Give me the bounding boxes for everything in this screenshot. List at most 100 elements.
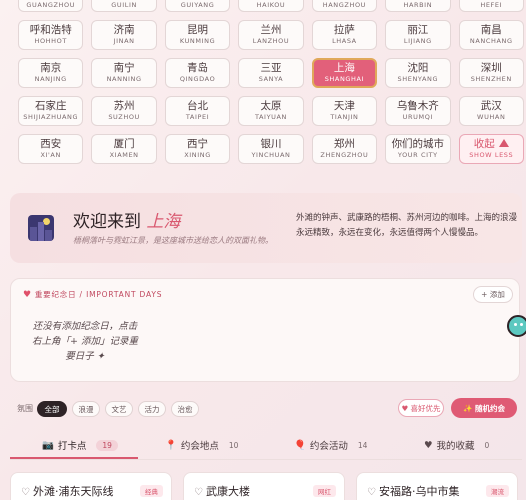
avatar-eye — [520, 323, 523, 326]
tab-checkin-spots[interactable]: 📷 打卡点 19 — [42, 438, 118, 452]
city-zh: 沈阳 — [407, 61, 429, 74]
city-zh: 天津 — [333, 99, 355, 112]
city-en: HAIKOU — [256, 0, 286, 9]
city-en: SHENYANG — [397, 75, 439, 84]
city-zh: 三亚 — [260, 61, 282, 74]
welcome-title: 欢迎来到 上海 — [73, 207, 180, 232]
city-guiyang[interactable]: GUIYANG — [164, 0, 231, 12]
city-xiamen[interactable]: 厦门 XIAMEN — [91, 134, 157, 164]
city-harbin[interactable]: HARBIN — [385, 0, 451, 12]
city-suzhou[interactable]: 苏州 SUZHOU — [91, 96, 157, 126]
spot-card[interactable]: ♡ 武康大楼 网红 — [183, 472, 345, 500]
random-date-button[interactable]: ✨ 随机约会 — [451, 398, 517, 418]
city-zh: 你们的城市 — [391, 137, 445, 150]
city-zh: 呼和浩特 — [29, 23, 72, 36]
category-tabs: 📷 打卡点 19 📍 约会地点 10 🎈 约会活动 14 ♥ 我的收藏 0 — [10, 430, 522, 460]
city-nanchang[interactable]: 南昌 NANCHANG — [458, 20, 524, 50]
city-kunming[interactable]: 昆明 KUNMING — [164, 20, 231, 50]
city-taipei[interactable]: 台北 TAIPEI — [164, 96, 231, 126]
city-zh: 济南 — [113, 23, 135, 36]
tab-count: 14 — [357, 440, 368, 450]
chip-energetic[interactable]: 活力 — [138, 401, 166, 417]
city-zh: 深圳 — [480, 61, 502, 74]
city-en: HEFEI — [480, 0, 503, 9]
city-zh: 昆明 — [187, 23, 209, 36]
city-wuhan[interactable]: 武汉 WUHAN — [458, 96, 524, 126]
city-xining[interactable]: 西宁 XINING — [164, 134, 231, 164]
heart-outline-icon[interactable]: ♡ — [194, 487, 203, 498]
triangle-up-icon — [498, 138, 509, 147]
city-hangzhou[interactable]: HANGZHOU — [311, 0, 378, 12]
city-taiyuan[interactable]: 太原 TAIYUAN — [238, 96, 304, 126]
welcome-prefix: 欢迎来到 — [73, 212, 147, 232]
city-en: KUNMING — [179, 37, 216, 46]
city-en: XI'AN — [40, 151, 61, 160]
spot-card[interactable]: ♡ 安福路·乌中市集 潮流 — [356, 472, 518, 500]
city-row: GUANGZHOU GUILIN GUIYANG HAIKOU HANGZHOU… — [18, 0, 524, 12]
city-hohhot[interactable]: 呼和浩特 HOHHOT — [18, 20, 84, 50]
city-zhengzhou[interactable]: 郑州 ZHENGZHOU — [311, 134, 378, 164]
city-your-city[interactable]: 你们的城市 YOUR CITY — [385, 134, 451, 164]
city-zh: 厦门 — [113, 137, 135, 150]
city-en: SHENZHEN — [470, 75, 512, 84]
city-nanning[interactable]: 南宁 NANNING — [91, 58, 157, 88]
city-lijiang[interactable]: 丽江 LIJIANG — [385, 20, 451, 50]
building-shape — [38, 222, 44, 241]
welcome-banner: 欢迎来到 上海 梧桐落叶与霓虹江景，是这座城市送给恋人的双面礼物。 外滩的钟声、… — [10, 193, 522, 263]
city-zh: 乌鲁木齐 — [396, 99, 439, 112]
city-jinan[interactable]: 济南 JINAN — [91, 20, 157, 50]
show-less-label-en: SHOW LESS — [469, 151, 514, 160]
tab-label: 我的收藏 — [436, 441, 475, 452]
heart-outline-icon[interactable]: ♡ — [21, 487, 30, 498]
spot-name-text: 武康大楼 — [205, 485, 250, 498]
city-nanjing[interactable]: 南京 NANJING — [18, 58, 84, 88]
city-en: SHIJIAZHUANG — [23, 113, 79, 122]
floating-assistant-avatar[interactable] — [507, 315, 526, 337]
chip-romantic[interactable]: 浪漫 — [72, 401, 100, 417]
tab-label: 约会活动 — [309, 441, 348, 452]
city-qingdao[interactable]: 青岛 QINGDAO — [164, 58, 231, 88]
heart-outline-icon[interactable]: ♡ — [367, 487, 376, 498]
city-en: TAIPEI — [185, 113, 210, 122]
city-shenzhen[interactable]: 深圳 SHENZHEN — [458, 58, 524, 88]
city-urumqi[interactable]: 乌鲁木齐 URUMQI — [385, 96, 451, 126]
city-zh: 南昌 — [480, 23, 502, 36]
city-shanghai-selected[interactable]: 上海 SHANGHAI — [311, 58, 378, 88]
preference-first-button[interactable]: ♥ 喜好优先 — [398, 399, 444, 417]
show-less-button[interactable]: 收起 SHOW LESS — [458, 134, 524, 164]
city-shijiazhuang[interactable]: 石家庄 SHIJIAZHUANG — [18, 96, 84, 126]
city-zh: 台北 — [187, 99, 209, 112]
city-en: GUILIN — [111, 0, 137, 9]
city-tianjin[interactable]: 天津 TIANJIN — [311, 96, 378, 126]
heart-icon: ♥ — [424, 439, 433, 451]
city-zh: 武汉 — [480, 99, 502, 112]
city-en: ZHENGZHOU — [320, 151, 369, 160]
city-xian[interactable]: 西安 XI'AN — [18, 134, 84, 164]
city-sanya[interactable]: 三亚 SANYA — [238, 58, 304, 88]
city-yinchuan[interactable]: 银川 YINCHUAN — [238, 134, 304, 164]
tab-date-places[interactable]: 📍 约会地点 10 — [165, 438, 239, 453]
show-less-label-zh: 收起 — [474, 138, 509, 151]
city-lanzhou[interactable]: 兰州 LANZHOU — [238, 20, 304, 50]
spot-card[interactable]: ♡ 外滩·浦东天际线 经典 — [10, 472, 172, 500]
tab-my-favorites[interactable]: ♥ 我的收藏 0 — [424, 438, 489, 453]
avatar-eye — [514, 323, 517, 326]
city-en: GUANGZHOU — [26, 0, 76, 9]
city-hefei[interactable]: HEFEI — [458, 0, 524, 12]
chip-healing[interactable]: 治愈 — [171, 401, 199, 417]
empty-days-message: 还没有添加纪念日，点击右上角「+ 添加」记录重要日子 ✦ — [32, 321, 138, 362]
spot-tag: 经典 — [140, 485, 163, 497]
city-zh: 苏州 — [113, 99, 135, 112]
tab-date-activities[interactable]: 🎈 约会活动 14 — [294, 438, 368, 453]
city-en: WUHAN — [477, 113, 506, 122]
city-lhasa[interactable]: 拉萨 LHASA — [311, 20, 378, 50]
chip-artsy[interactable]: 文艺 — [105, 401, 133, 417]
tab-count: 10 — [228, 440, 239, 450]
city-guangzhou[interactable]: GUANGZHOU — [18, 0, 84, 12]
chip-all[interactable]: 全部 — [37, 401, 67, 417]
city-haikou[interactable]: HAIKOU — [238, 0, 304, 12]
city-guilin[interactable]: GUILIN — [91, 0, 157, 12]
important-days-card: ♥ 重要纪念日 / IMPORTANT DAYS + 添加 还没有添加纪念日，点击… — [10, 278, 520, 382]
city-shenyang[interactable]: 沈阳 SHENYANG — [385, 58, 451, 88]
add-day-button[interactable]: + 添加 — [473, 286, 513, 303]
